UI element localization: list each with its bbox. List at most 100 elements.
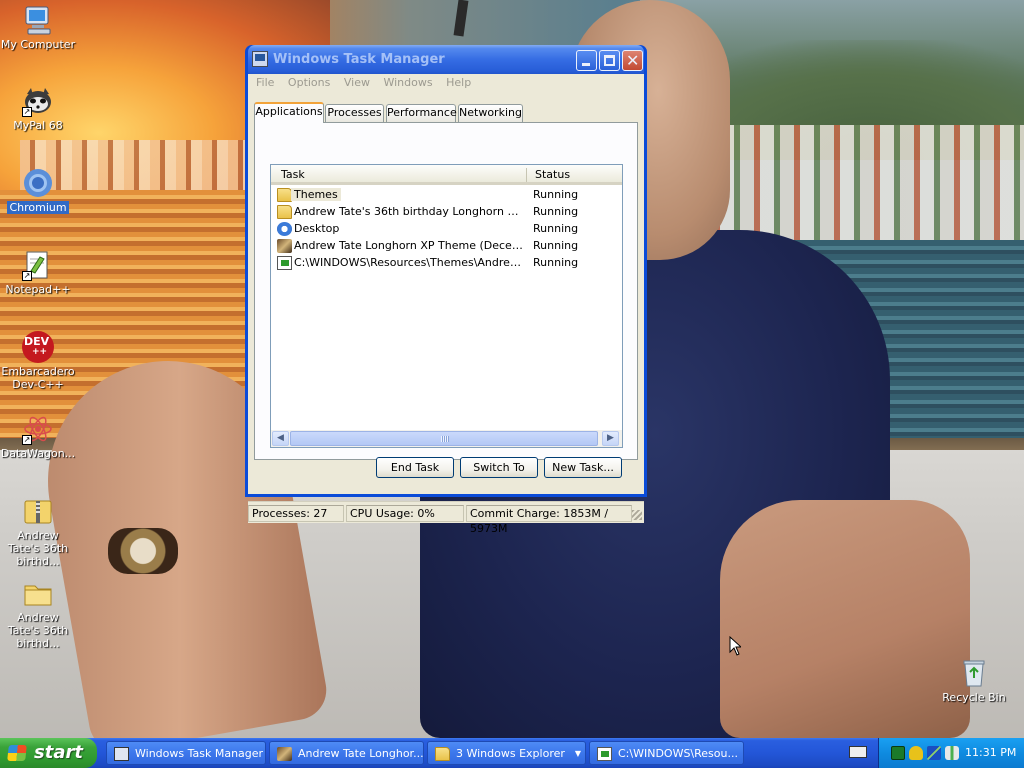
notepad-icon bbox=[597, 747, 612, 761]
taskbar-button-label: 3 Windows Explorer bbox=[456, 747, 565, 760]
app-icon bbox=[277, 239, 292, 253]
shortcut-arrow-icon: ↗ bbox=[22, 435, 32, 445]
status-processes: Processes: 27 bbox=[248, 505, 344, 522]
column-header-status[interactable]: Status bbox=[535, 168, 570, 181]
keyboard-icon[interactable] bbox=[849, 746, 867, 758]
task-name: C:\WINDOWS\Resources\Themes\AndrewTat... bbox=[294, 256, 524, 269]
network-icon[interactable] bbox=[927, 746, 941, 760]
tab-applications[interactable]: Applications bbox=[254, 102, 324, 123]
raccoon-icon: ↗ bbox=[22, 85, 54, 117]
menu-bar: File Options View Windows Help bbox=[248, 74, 644, 94]
task-manager-icon bbox=[114, 747, 129, 761]
security-shield-icon[interactable] bbox=[909, 746, 923, 760]
maximize-button[interactable] bbox=[599, 50, 620, 71]
desktop-icon-andrew-tate-zip[interactable]: Andrew Tate's 36th birthd... bbox=[0, 495, 76, 568]
desktop-icon-recycle-bin[interactable]: Recycle Bin bbox=[936, 657, 1012, 704]
task-name: Andrew Tate Longhorn XP Theme (December … bbox=[294, 239, 524, 252]
end-task-button[interactable]: End Task bbox=[376, 457, 454, 478]
desktop-icon-notepadpp[interactable]: ↗ Notepad++ bbox=[0, 249, 76, 296]
task-status: Running bbox=[533, 188, 579, 201]
status-commit-charge: Commit Charge: 1853M / 5973M bbox=[466, 505, 632, 535]
task-status: Running bbox=[533, 239, 579, 252]
taskbar-button-label: Andrew Tate Longhor... bbox=[298, 747, 424, 760]
close-icon: ✕ bbox=[626, 51, 640, 70]
task-status: Running bbox=[533, 205, 579, 218]
task-manager-body: File Options View Windows Help Applicati… bbox=[248, 74, 644, 535]
ie-icon bbox=[277, 222, 292, 236]
taskbar-button-notepad[interactable]: C:\WINDOWS\Resou... bbox=[589, 741, 744, 765]
column-separator[interactable] bbox=[526, 168, 527, 182]
menu-view[interactable]: View bbox=[339, 76, 375, 89]
system-tray: 11:31 PM bbox=[878, 738, 1024, 768]
column-header-task[interactable]: Task bbox=[281, 168, 305, 181]
wallpaper-person-arm-right bbox=[720, 500, 970, 738]
task-manager-icon bbox=[252, 51, 268, 67]
desktop-icon-dev-cpp[interactable]: DEV ++ Embarcadero Dev-C++ bbox=[0, 331, 76, 391]
task-name: Desktop bbox=[294, 222, 340, 235]
status-cpu-usage: CPU Usage: 0% bbox=[346, 505, 464, 522]
title-bar[interactable]: Windows Task Manager ✕ bbox=[248, 45, 644, 74]
minimize-button[interactable] bbox=[576, 50, 597, 71]
taskbar-button-andrew-tate-theme[interactable]: Andrew Tate Longhor... bbox=[269, 741, 424, 765]
scroll-thumb[interactable] bbox=[290, 431, 598, 446]
start-label: start bbox=[34, 742, 83, 763]
desktop-icon-label: Embarcadero Dev-C++ bbox=[1, 365, 75, 391]
dev-cpp-icon-text: DEV bbox=[24, 335, 50, 348]
scroll-right-button[interactable]: ▶ bbox=[602, 431, 619, 446]
task-manager-window[interactable]: Windows Task Manager ✕ File Options View… bbox=[245, 45, 647, 535]
task-row[interactable]: C:\WINDOWS\Resources\Themes\AndrewTat...… bbox=[271, 255, 622, 272]
switch-to-button[interactable]: Switch To bbox=[460, 457, 538, 478]
task-row[interactable]: Desktop Running bbox=[271, 221, 622, 238]
desktop-icon-mypal[interactable]: ↗ MyPal 68 bbox=[0, 85, 76, 132]
volume-icon[interactable] bbox=[945, 746, 959, 760]
task-row[interactable]: Andrew Tate Longhorn XP Theme (December … bbox=[271, 238, 622, 255]
taskbar-button-windows-explorer-group[interactable]: 3 Windows Explorer ▼ bbox=[427, 741, 586, 765]
scroll-left-button[interactable]: ◀ bbox=[272, 431, 289, 446]
task-status: Running bbox=[533, 256, 579, 269]
resize-grip-icon[interactable] bbox=[632, 510, 642, 520]
menu-windows[interactable]: Windows bbox=[378, 76, 437, 89]
close-button[interactable]: ✕ bbox=[622, 50, 643, 71]
new-task-button[interactable]: New Task... bbox=[544, 457, 622, 478]
menu-file[interactable]: File bbox=[251, 76, 279, 89]
clock[interactable]: 11:31 PM bbox=[965, 746, 1016, 759]
desktop-icon-datawagon[interactable]: ↗ DataWagon... bbox=[0, 413, 76, 460]
shortcut-arrow-icon: ↗ bbox=[22, 271, 32, 281]
maximize-icon bbox=[604, 55, 615, 66]
taskbar-button-task-manager[interactable]: Windows Task Manager bbox=[106, 741, 266, 765]
taskbar: start Windows Task Manager Andrew Tate L… bbox=[0, 738, 1024, 768]
task-list[interactable]: Task Status Themes Running Andrew Tate's… bbox=[270, 164, 623, 448]
recycle-bin-icon bbox=[958, 657, 990, 689]
notepad-plus-plus-icon: ↗ bbox=[22, 249, 54, 281]
folder-icon bbox=[277, 205, 292, 219]
wallpaper-umbrella-pole bbox=[453, 0, 469, 37]
desktop-icon-label: My Computer bbox=[0, 38, 76, 51]
desktop-icon-label: Chromium bbox=[7, 201, 69, 214]
task-name: Themes bbox=[291, 188, 341, 201]
tab-performance[interactable]: Performance bbox=[386, 104, 457, 122]
task-row[interactable]: Themes Running bbox=[271, 187, 622, 204]
horizontal-scrollbar[interactable]: ◀ ▶ bbox=[271, 430, 622, 447]
task-row[interactable]: Andrew Tate's 36th birthday Longhorn XP … bbox=[271, 204, 622, 221]
tab-processes[interactable]: Processes bbox=[325, 104, 384, 122]
tab-networking[interactable]: Networking bbox=[458, 104, 523, 122]
app-icon bbox=[277, 747, 292, 761]
menu-help[interactable]: Help bbox=[441, 76, 476, 89]
grip-icon bbox=[441, 436, 449, 442]
window-title: Windows Task Manager bbox=[273, 52, 445, 67]
start-button[interactable]: start bbox=[0, 738, 97, 768]
taskbar-button-label: C:\WINDOWS\Resou... bbox=[618, 747, 738, 760]
desktop-icon-my-computer[interactable]: My Computer bbox=[0, 4, 76, 51]
desktop-icon-label: MyPal 68 bbox=[13, 119, 63, 132]
green-app-tray-icon[interactable] bbox=[891, 746, 905, 760]
shortcut-arrow-icon: ↗ bbox=[22, 107, 32, 117]
notepad-icon bbox=[277, 256, 292, 270]
folder-icon bbox=[435, 747, 450, 761]
status-bar: Processes: 27 CPU Usage: 0% Commit Charg… bbox=[248, 501, 644, 535]
desktop-icon-andrew-tate-folder[interactable]: Andrew Tate's 36th birthd... bbox=[0, 577, 76, 650]
desktop-icon-label: Andrew Tate's 36th birthd... bbox=[7, 611, 69, 650]
dev-cpp-icon-plus: ++ bbox=[32, 347, 48, 357]
taskbar-button-label: Windows Task Manager bbox=[135, 747, 264, 760]
menu-options[interactable]: Options bbox=[283, 76, 335, 89]
desktop-icon-chromium[interactable]: Chromium bbox=[0, 167, 76, 214]
